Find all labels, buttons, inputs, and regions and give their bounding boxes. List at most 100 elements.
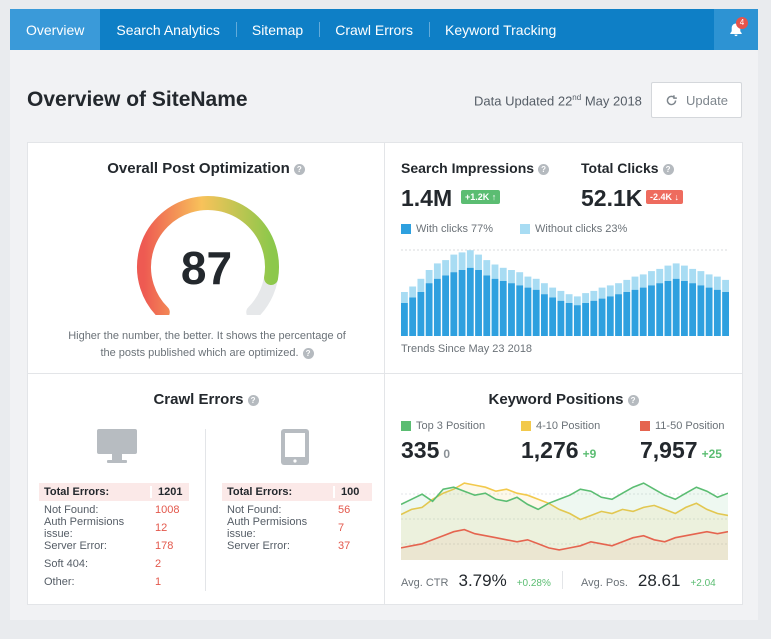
stats-divider [562,571,563,589]
tab-search-analytics[interactable]: Search Analytics [100,9,236,50]
bar-with-clicks [664,281,672,336]
impressions-delta-badge: +1.2K ↑ [461,190,501,204]
bar-without-clicks [516,272,524,286]
bar-with-clicks [433,278,441,336]
clicks-value: 52.1K [581,185,643,211]
bar-with-clicks [672,278,680,336]
bar-without-clicks [582,293,590,303]
notification-count-badge: 4 [736,17,748,29]
tab-sitemap[interactable]: Sitemap [235,9,319,50]
error-count: 178 [155,540,174,552]
bar-without-clicks [598,287,606,299]
bar-without-clicks [631,276,639,290]
bar-without-clicks [705,274,713,288]
bar-without-clicks [615,283,622,295]
bar-without-clicks [697,271,705,286]
error-count: 2 [155,558,162,570]
search-stats-card: Search Impressions? 1.4M +1.2K ↑ Total C… [384,142,743,374]
table-row: Auth Permisions issue: 12 [39,516,189,540]
bar-with-clicks [524,287,532,336]
bar-with-clicks [705,287,713,336]
impressions-value: 1.4M [401,185,453,211]
legend-swatch [401,421,411,431]
bar-without-clicks [433,263,441,279]
error-count: 1008 [155,504,180,516]
bar-with-clicks [516,285,524,336]
table-row: Server Error: 178 [39,537,189,555]
help-icon[interactable]: ? [293,163,305,175]
avg-ctr-stat: Avg. CTR 3.79% +0.28% [401,571,551,590]
keyword-positions-title: Keyword Positions? [385,391,742,408]
bar-with-clicks [532,289,540,336]
bar-with-clicks [499,281,507,336]
bar-without-clicks [466,250,474,268]
bar-with-clicks [631,289,639,336]
tab-keyword-tracking[interactable]: Keyword Tracking [429,9,572,50]
mid-value: 1,276 +9 [521,437,597,463]
bar-with-clicks [623,292,631,336]
crawl-errors-card: Crawl Errors? Total Errors: 1201 Not Foun… [27,373,385,605]
bar-without-clicks [442,260,450,276]
legend-top3: Top 3 Position [401,420,485,432]
bar-with-clicks [648,285,655,336]
help-icon[interactable]: ? [662,163,674,175]
top-nav: Overview Search Analytics Sitemap Crawl … [10,9,758,50]
error-label: Not Found: [227,504,282,516]
bar-without-clicks [532,278,540,290]
help-icon[interactable]: ? [247,394,259,406]
table-row: Auth Permisions issue: 7 [222,516,372,540]
low-value: 7,957 +25 [640,437,722,463]
bar-with-clicks [573,305,581,336]
help-icon[interactable]: ? [302,347,314,359]
legend-with-clicks: With clicks 77% [401,223,493,235]
trend-label: Trends Since May 23 2018 [401,343,533,355]
error-count: 7 [338,522,345,534]
bar-without-clicks [450,254,458,273]
data-updated-text: Data Updated 22nd May 2018 [474,93,642,109]
bar-without-clicks [606,285,614,297]
bar-without-clicks [656,268,664,284]
help-icon[interactable]: ? [627,394,639,406]
optimization-title: Overall Post Optimization? [28,160,384,177]
error-label: Auth Permisions issue: [227,516,308,540]
avg-position-stat: Avg. Pos. 28.61 +2.04 [581,571,716,590]
bar-without-clicks [565,294,573,303]
table-row: Server Error: 37 [222,537,372,555]
bar-with-clicks [458,270,466,336]
error-label: Soft 404: [44,558,89,570]
table-row: Total Errors: 100 [222,483,372,501]
tab-crawl-errors[interactable]: Crawl Errors [319,9,429,50]
bar-without-clicks [508,270,515,284]
notifications-button[interactable]: 4 [714,9,758,50]
bar-without-clicks [590,290,598,301]
clicks-label: Total Clicks? [581,160,674,176]
bar-without-clicks [623,279,631,292]
bar-with-clicks [565,303,573,336]
bar-with-clicks [598,298,606,336]
optimization-score: 87 [180,242,233,294]
error-label: Not Found: [44,504,99,516]
bar-without-clicks [458,252,466,270]
error-count: 12 [155,522,168,534]
legend-swatch [401,224,411,234]
error-count: 56 [338,504,351,516]
help-icon[interactable]: ? [538,163,550,175]
bar-without-clicks [417,278,425,292]
refresh-icon [666,94,677,105]
bar-without-clicks [401,292,408,303]
bar-without-clicks [483,260,491,276]
bar-with-clicks [582,303,590,336]
legend-swatch [521,421,531,431]
crawl-divider [205,429,206,591]
bar-with-clicks [425,283,433,336]
update-button-label: Update [686,92,728,108]
optimization-description: Higher the number, the better. It shows … [68,330,346,359]
bar-without-clicks [425,270,433,284]
bar-without-clicks [689,268,697,284]
bar-with-clicks [615,294,622,336]
bar-without-clicks [475,254,482,270]
update-button[interactable]: Update [651,82,742,118]
legend-swatch [640,421,650,431]
bar-without-clicks [573,296,581,306]
tab-overview[interactable]: Overview [10,9,101,50]
